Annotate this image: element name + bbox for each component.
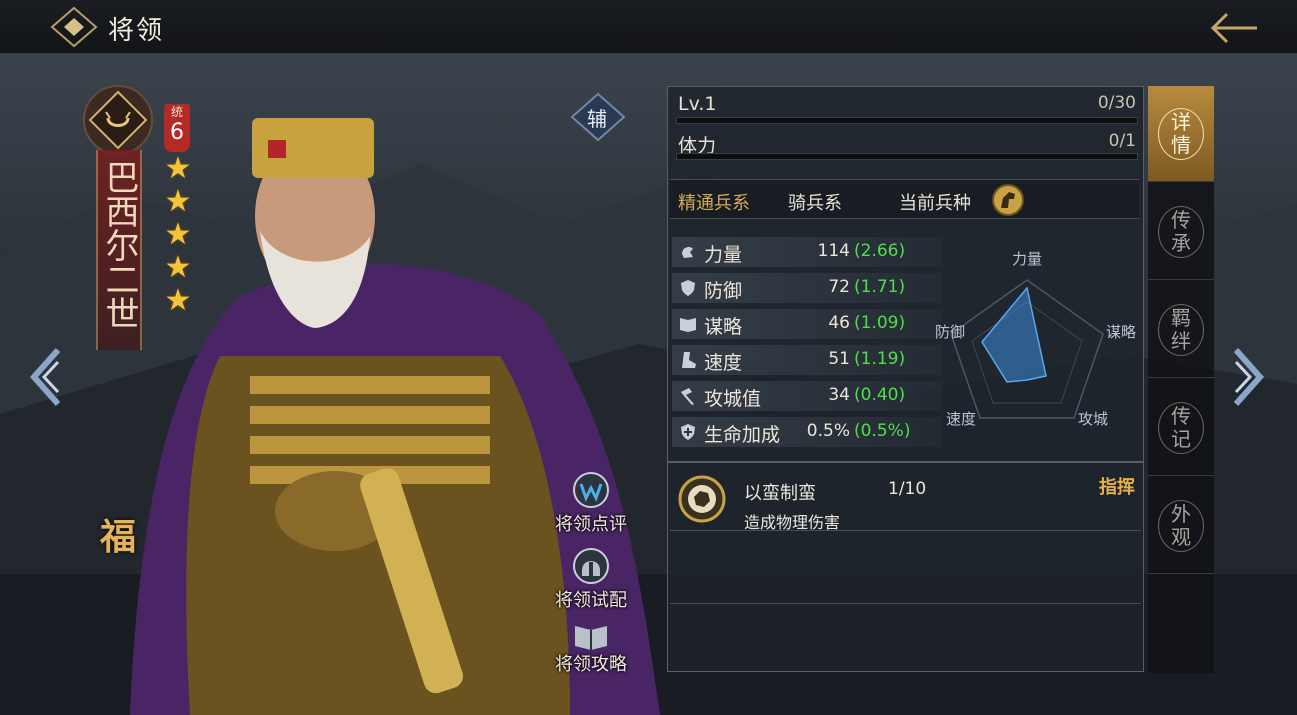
troop-type-row: 精通兵系 骑兵系 当前兵种 [670, 179, 1139, 219]
radar-label-strength: 力量 [1012, 250, 1042, 268]
skill-row[interactable]: 以蛮制蛮 1/10 造成物理伤害 指挥 [670, 465, 1141, 532]
stat-row-strategy: 谋略 46 (1.09) [672, 309, 942, 339]
stat-label: 谋略 [704, 316, 743, 338]
tab-inheritance[interactable]: 传承 [1148, 184, 1214, 280]
previous-general-arrow-icon[interactable] [28, 346, 64, 408]
boot-icon [682, 352, 696, 368]
star-icon: ★ [164, 250, 192, 285]
next-general-arrow-icon[interactable] [1230, 346, 1266, 408]
auxiliary-role-badge[interactable]: 辅 [570, 92, 626, 142]
stat-label: 速度 [704, 352, 743, 374]
star-icon: ★ [164, 283, 192, 318]
radar-value-area [981, 286, 1047, 383]
general-guide-label: 将领攻略 [555, 654, 627, 675]
radar-label-speed: 速度 [946, 410, 976, 428]
stat-value: 72 [828, 277, 850, 297]
tab-biography[interactable]: 传记 [1148, 380, 1214, 476]
command-badge: 统 6 [164, 104, 190, 152]
stat-label: 力量 [704, 244, 743, 266]
general-trial-label: 将领试配 [555, 590, 627, 611]
attribute-radar-chart: 力量 谋略 攻城 速度 防御 [935, 250, 1136, 428]
cross-icon [681, 424, 695, 440]
radar-label-siege: 攻城 [1078, 410, 1108, 428]
stat-value: 51 [828, 349, 850, 369]
stat-label: 防御 [704, 280, 743, 302]
star-rating: ★ ★ ★ ★ ★ [162, 152, 194, 317]
radar-label-defense: 防御 [935, 323, 965, 341]
stat-value: 46 [828, 313, 850, 333]
top-bar: 将领 [0, 0, 1297, 54]
book-icon [680, 318, 696, 332]
experience-bar [676, 117, 1138, 124]
stat-row-defense: 防御 72 (1.71) [672, 273, 942, 303]
command-value: 6 [170, 120, 184, 145]
radar-label-strategy: 谋略 [1106, 323, 1136, 341]
stat-growth: (0.40) [854, 385, 906, 405]
skill-panel: 以蛮制蛮 1/10 造成物理伤害 指挥 [667, 462, 1144, 672]
fortune-badge: 福 [100, 516, 137, 558]
stamina-bar [676, 153, 1138, 160]
skill-name: 以蛮制蛮 [744, 483, 816, 504]
star-icon: ★ [164, 151, 192, 186]
stat-row-siege: 攻城值 34 (0.40) [672, 381, 942, 411]
mastery-troop-value: 骑兵系 [788, 193, 842, 214]
general-trial-button[interactable]: 将领试配 [546, 546, 636, 612]
tab-label: 传承 [1171, 208, 1191, 255]
stat-row-strength: 力量 114 (2.66) [672, 237, 942, 267]
comment-icon [573, 472, 609, 508]
tab-label: 详情 [1171, 110, 1191, 157]
skill-description: 造成物理伤害 [744, 513, 841, 532]
tab-bonds[interactable]: 羁绊 [1148, 282, 1214, 378]
stat-value: 0.5% [806, 421, 850, 441]
rank-badge-icon [83, 85, 153, 155]
general-review-label: 将领点评 [555, 514, 627, 535]
stat-growth: (2.66) [854, 241, 906, 261]
star-icon: ★ [164, 184, 192, 219]
hammer-icon [681, 388, 694, 405]
fist-icon [682, 246, 693, 258]
skill-type-badge: 指挥 [1099, 477, 1135, 498]
skill-divider [670, 603, 1141, 604]
tab-label: 外观 [1171, 502, 1191, 549]
shield-icon [681, 280, 695, 296]
skill-level: 1/10 [888, 479, 927, 499]
tab-appearance[interactable]: 外观 [1148, 478, 1214, 574]
page-title: 将领 [108, 16, 165, 46]
current-troop-label: 当前兵种 [899, 193, 971, 214]
stat-row-hp-bonus: 生命加成 0.5% (0.5%) [672, 417, 942, 447]
general-review-button[interactable]: 将领点评 [546, 470, 636, 536]
command-label: 统 [170, 105, 183, 119]
back-arrow-icon[interactable] [1205, 8, 1265, 48]
stat-growth: (1.09) [854, 313, 906, 333]
general-name: 巴西尔二世 [99, 160, 139, 330]
experience-value: 0/30 [1097, 93, 1136, 113]
level-label: Lv.1 [678, 93, 717, 115]
diamond-emblem-icon [50, 6, 98, 48]
auxiliary-label: 辅 [587, 107, 607, 131]
stat-label: 生命加成 [704, 424, 781, 446]
stat-label: 攻城值 [704, 388, 762, 410]
tab-details[interactable]: 详情 [1148, 86, 1214, 182]
stat-growth: (0.5%) [854, 421, 911, 441]
stat-growth: (1.19) [854, 349, 906, 369]
book-icon [575, 626, 607, 650]
helmet-icon [573, 548, 609, 584]
stat-row-speed: 速度 51 (1.19) [672, 345, 942, 375]
tab-label: 传记 [1171, 404, 1191, 451]
horse-icon[interactable] [992, 184, 1024, 216]
tab-label: 羁绊 [1171, 306, 1191, 353]
side-tab-bar: 详情 传承 羁绊 传记 外观 [1148, 86, 1214, 673]
stat-value: 114 [817, 241, 850, 261]
star-icon: ★ [164, 217, 192, 252]
stamina-value: 0/1 [1108, 131, 1136, 151]
general-guide-button[interactable]: 将领攻略 [546, 620, 636, 676]
skill-emblem-icon[interactable] [678, 475, 726, 523]
stat-value: 34 [828, 385, 850, 405]
stat-growth: (1.71) [854, 277, 906, 297]
mastery-troop-label: 精通兵系 [678, 193, 750, 214]
